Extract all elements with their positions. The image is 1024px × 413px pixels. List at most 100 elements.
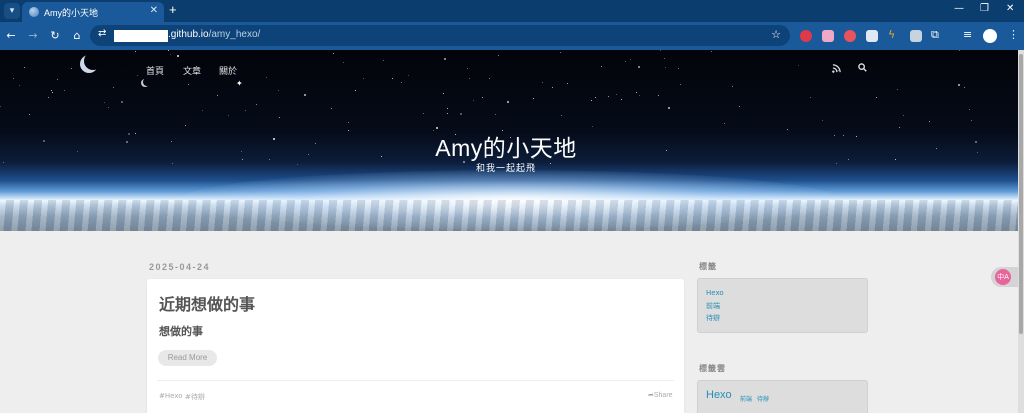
star-dot: [680, 84, 681, 85]
star-dot: [711, 51, 712, 52]
star-dot: [135, 51, 136, 52]
bookmark-star-icon[interactable]: ☆: [771, 28, 781, 41]
translate-icon: 中A: [995, 269, 1011, 285]
star-dot: [64, 90, 65, 91]
star-dot: [401, 82, 402, 83]
star-dot: [29, 114, 30, 115]
divider: [157, 380, 674, 381]
star-dot: [810, 97, 811, 98]
profile-avatar[interactable]: [983, 29, 997, 43]
address-bar[interactable]: ⇄ .github.io/amy_hexo/ ☆: [90, 25, 790, 46]
nav-item-about[interactable]: 關於: [219, 64, 237, 77]
star-dot: [929, 121, 930, 122]
star-dot: [507, 101, 509, 103]
star-dot: [567, 83, 568, 84]
star-dot: [658, 95, 659, 96]
scrollbar-thumb[interactable]: [1019, 54, 1023, 334]
active-tab[interactable]: Amy的小天地 ✕: [22, 2, 164, 22]
minimize-button[interactable]: —: [954, 3, 964, 14]
tab-strip: ▾ Amy的小天地 ✕ + — ❐ ✕: [0, 0, 1024, 22]
star-dot: [444, 58, 446, 60]
tab-close-icon[interactable]: ✕: [150, 5, 158, 16]
star-dot: [630, 59, 631, 60]
star-dot: [876, 97, 877, 98]
star-dot: [304, 94, 306, 96]
star-dot: [447, 108, 448, 109]
new-tab-button[interactable]: +: [169, 2, 177, 17]
star-dot: [621, 99, 622, 100]
rss-icon[interactable]: [832, 64, 841, 76]
star-dot: [969, 109, 970, 110]
star-dot: [495, 114, 496, 115]
read-more-button[interactable]: Read More: [158, 350, 217, 366]
star-dot: [168, 50, 169, 51]
star-dot: [467, 68, 468, 69]
star-dot: [482, 97, 483, 98]
star-dot: [245, 110, 246, 111]
reload-icon[interactable]: ↻: [47, 28, 63, 44]
post-tag-todo[interactable]: #待辦: [185, 392, 205, 402]
cloud-link-frontend[interactable]: 前端: [740, 394, 752, 403]
post-excerpt: 想做的事: [159, 325, 203, 338]
star-dot: [664, 58, 665, 59]
star-dot: [964, 87, 965, 88]
star-dot: [724, 123, 725, 124]
star-dot: [443, 93, 444, 94]
star-dot: [903, 115, 904, 116]
tag-cloud-widget: Hexo 前端 待辦: [697, 380, 868, 413]
star-dot: [958, 84, 960, 86]
star-dot: [51, 90, 52, 91]
star-dot: [822, 120, 823, 121]
tag-link-todo[interactable]: 待辦: [706, 313, 720, 323]
share-button[interactable]: ➦Share: [648, 391, 673, 399]
star-dot: [137, 75, 138, 76]
redacted-username: [114, 30, 168, 42]
extension-red-icon[interactable]: [800, 30, 812, 42]
site-info-icon[interactable]: ⇄: [98, 28, 106, 39]
star-icon: ✦: [236, 79, 243, 88]
close-window-button[interactable]: ✕: [1006, 3, 1014, 14]
restore-button[interactable]: ❐: [980, 3, 989, 14]
tag-link-frontend[interactable]: 前端: [706, 301, 720, 311]
post-title[interactable]: 近期想做的事: [159, 291, 255, 315]
nav-item-home[interactable]: 首頁: [146, 64, 164, 77]
tag-link-hexo[interactable]: Hexo: [706, 289, 724, 297]
camera-icon[interactable]: [910, 30, 922, 42]
star-dot: [24, 67, 25, 68]
star-dot: [533, 98, 534, 99]
star-dot: [489, 78, 490, 79]
cloud-link-hexo[interactable]: Hexo: [706, 389, 732, 401]
back-arrow-icon[interactable]: ←: [3, 28, 19, 44]
puzzle-icon[interactable]: ⧉: [931, 28, 939, 42]
extension-rose-icon[interactable]: [844, 30, 856, 42]
translate-widget[interactable]: 中A: [991, 267, 1018, 287]
star-dot: [678, 68, 679, 69]
star-dot: [57, 79, 58, 80]
lightning-icon[interactable]: ϟ: [888, 28, 900, 41]
media-queue-icon[interactable]: ≡: [963, 28, 972, 41]
nav-item-articles[interactable]: 文章: [183, 64, 201, 77]
home-icon[interactable]: ⌂: [69, 28, 85, 44]
post-tag-hexo[interactable]: #Hexo: [159, 392, 183, 400]
star-dot: [469, 78, 470, 79]
star-dot: [348, 122, 349, 123]
star-dot: [217, 95, 218, 96]
star-dot: [82, 66, 83, 67]
menu-dots-icon[interactable]: ⋮: [1008, 28, 1019, 41]
star-dot: [48, 97, 49, 98]
cloud-link-todo[interactable]: 待辦: [757, 394, 769, 403]
star-dot: [279, 117, 280, 118]
forward-arrow-icon[interactable]: →: [25, 28, 41, 44]
extension-doc-icon[interactable]: [866, 30, 878, 42]
star-dot: [561, 115, 562, 116]
tab-search-button[interactable]: ▾: [4, 3, 20, 19]
extension-pink-icon[interactable]: [822, 30, 834, 42]
site-title[interactable]: Amy的小天地: [0, 129, 1012, 163]
star-dot: [660, 50, 661, 51]
web-page: ✦ 首頁 文章 關於 Amy的小天地 和我一起起飛 2025-04-24 近期想…: [0, 50, 1018, 413]
star-dot: [616, 94, 617, 95]
star-dot: [460, 113, 462, 115]
search-icon[interactable]: [858, 63, 867, 72]
star-dot: [185, 125, 186, 126]
post-date[interactable]: 2025-04-24: [149, 262, 210, 272]
